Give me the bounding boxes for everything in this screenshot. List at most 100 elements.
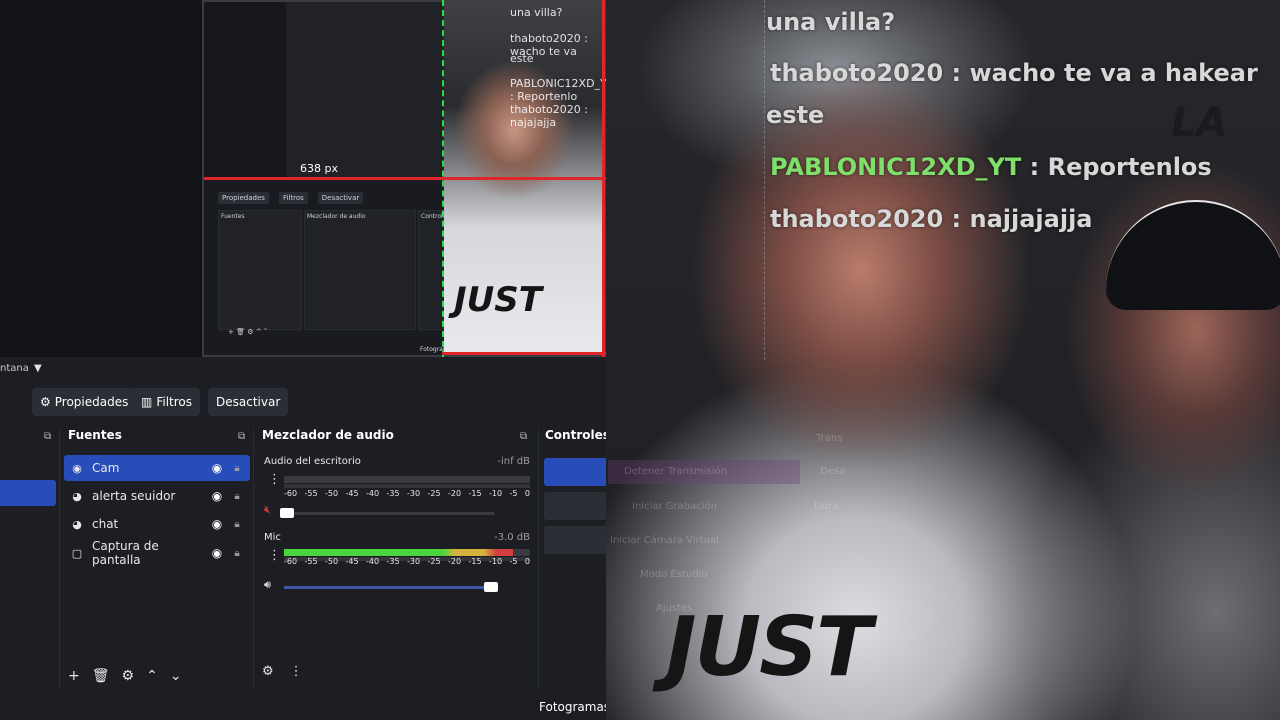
scene-menu-label[interactable]: ntana: [0, 363, 29, 374]
eye-icon[interactable]: ◉: [210, 461, 224, 475]
browser-icon: ◕: [72, 517, 82, 531]
tick-label: -55: [304, 557, 318, 566]
tick-label: -30: [407, 489, 421, 498]
tick-label: -10: [489, 489, 503, 498]
display-icon: ▢: [71, 546, 83, 560]
volume-meter: [284, 476, 530, 483]
chat-text: : najjajajja: [943, 205, 1093, 233]
eye-icon[interactable]: ◉: [210, 517, 224, 531]
ghost-label: Dura: [814, 501, 839, 512]
nested-toolbar: Propiedades Filtros Desactivar: [218, 192, 364, 204]
tick-label: -5: [509, 489, 518, 498]
scene-menu-bar: ntana ▼: [0, 358, 606, 380]
trash-icon[interactable]: 🗑︎: [92, 668, 110, 684]
chat-username: thaboto2020: [770, 59, 944, 87]
eye-icon[interactable]: ◉: [210, 546, 224, 560]
dock-separator[interactable]: [253, 428, 254, 690]
chat-message: thaboto2020 : najjajajja: [770, 205, 1093, 233]
volume-slider-handle[interactable]: [280, 508, 294, 518]
ghost-label: Iniciar Grabación: [632, 501, 717, 512]
chat-message: thaboto2020 : wacho te va a hakear: [770, 59, 1258, 87]
ghost-label: Detener Transmisión: [624, 466, 728, 477]
meter-fill: [284, 549, 513, 556]
source-item[interactable]: ◉ Cam ◉ 🔒︎: [64, 455, 250, 481]
status-bar: Fotogramas Perdidos 0 (0.0%) 1998 kbps 0…: [0, 696, 606, 720]
volume-slider[interactable]: [284, 512, 494, 515]
gear-icon[interactable]: ⚙: [122, 668, 135, 684]
tick-label: 0: [524, 557, 530, 566]
chevron-down-icon[interactable]: ⌄: [170, 668, 182, 684]
lock-icon[interactable]: 🔒︎: [230, 519, 244, 530]
undock-icon[interactable]: ⧉: [44, 431, 51, 442]
channel-db: -inf dB: [497, 456, 530, 467]
scene-item-selected[interactable]: [0, 480, 56, 506]
nested-docks: Fuentes Mezclador de audio Controles: [218, 210, 446, 330]
chat-text: una villa?: [766, 8, 896, 36]
chat-text: este: [766, 101, 825, 129]
tick-label: -25: [427, 489, 441, 498]
kebab-menu-icon[interactable]: ⋮: [268, 473, 281, 486]
small-chat-line: este: [510, 52, 534, 65]
chevron-down-icon[interactable]: ▼: [34, 363, 42, 374]
nested-sources-panel: Fuentes: [218, 210, 302, 330]
meter-ticks: -60 -55 -50 -45 -40 -35 -30 -25 -20 -15 -10 -5 0: [284, 557, 530, 566]
dock-separator[interactable]: [538, 428, 539, 690]
sources-list: ◉ Cam ◉ 🔒︎ ◕ alerta seuidor ◉ 🔒︎ ◕ chat …: [64, 451, 250, 661]
chevron-up-icon[interactable]: ⌃: [146, 668, 158, 684]
gear-icon: ⚙: [40, 395, 51, 409]
eye-icon[interactable]: ◉: [210, 489, 224, 503]
deactivate-button[interactable]: Desactivar: [208, 388, 289, 416]
filters-button[interactable]: ▥ Filtros: [133, 388, 201, 416]
tick-label: -50: [325, 489, 339, 498]
chat-text: : wacho te va a hakear: [943, 59, 1258, 87]
nested-preview-dark: [204, 2, 286, 180]
scenes-dock: [0, 428, 58, 690]
undock-icon[interactable]: ⧉: [238, 431, 245, 442]
source-item[interactable]: ◕ alerta seuidor ◉ 🔒︎: [64, 483, 250, 509]
tick-label: -35: [386, 557, 400, 566]
stop-streaming-button[interactable]: [544, 458, 606, 486]
cap-logo: LA: [1171, 100, 1228, 146]
start-virtual-camera-button[interactable]: [544, 526, 606, 554]
lock-icon[interactable]: 🔒︎: [230, 548, 244, 559]
volume-slider-handle[interactable]: [483, 582, 498, 592]
source-item[interactable]: ▢ Captura de pantalla ◉ 🔒︎: [64, 539, 250, 567]
nested-properties-button: Propiedades: [218, 192, 269, 204]
undock-icon[interactable]: ⧉: [520, 431, 527, 442]
nested-footer: + 🗑 ⚙ ^ ˅: [228, 328, 268, 336]
source-label: Cam: [92, 461, 120, 475]
guide-line: [764, 0, 765, 360]
source-bounding-box-top: [204, 177, 606, 180]
speaker-muted-icon[interactable]: 🔇︎: [264, 503, 271, 517]
gear-icon[interactable]: ⚙: [262, 664, 274, 679]
source-item[interactable]: ◕ chat ◉ 🔒︎: [64, 511, 250, 537]
tick-label: -25: [427, 557, 441, 566]
channel-name: Audio del escritorio: [264, 456, 361, 467]
source-bounding-box-bottom: [442, 352, 606, 355]
volume-slider[interactable]: [284, 586, 494, 589]
preview-empty-area: [0, 0, 202, 357]
dock-separator[interactable]: [59, 428, 60, 690]
lock-icon[interactable]: 🔒︎: [230, 463, 244, 474]
filters-label: Filtros: [156, 395, 193, 409]
properties-button[interactable]: ⚙ Propiedades: [32, 388, 137, 416]
volume-meter: [284, 484, 530, 488]
camera-icon: ◉: [72, 461, 82, 475]
preview-canvas[interactable]: 638 px Propiedades Filtros Desactivar Fu…: [0, 0, 606, 357]
controls-title: Controles: [545, 428, 606, 442]
kebab-menu-icon[interactable]: ⋮: [268, 549, 281, 562]
tick-label: -60: [284, 489, 298, 498]
volume-meter: [284, 549, 530, 556]
small-chat-line: PABLONIC12XD_YT : Reportenlo: [510, 77, 606, 103]
speaker-icon[interactable]: 🔊︎: [264, 578, 271, 592]
kebab-menu-icon[interactable]: ⋮: [290, 664, 303, 679]
lock-icon[interactable]: 🔒︎: [230, 491, 244, 502]
add-icon[interactable]: +: [68, 668, 80, 684]
deactivate-label: Desactivar: [216, 395, 281, 409]
ghost-label: Desa: [820, 466, 846, 477]
nested-filters-button: Filtros: [278, 192, 308, 204]
shirt-logo: JUST: [666, 600, 872, 695]
start-recording-button[interactable]: [544, 492, 606, 520]
nested-mixer-panel: Mezclador de audio: [304, 210, 416, 330]
small-shirt-logo: JUST: [454, 280, 542, 320]
